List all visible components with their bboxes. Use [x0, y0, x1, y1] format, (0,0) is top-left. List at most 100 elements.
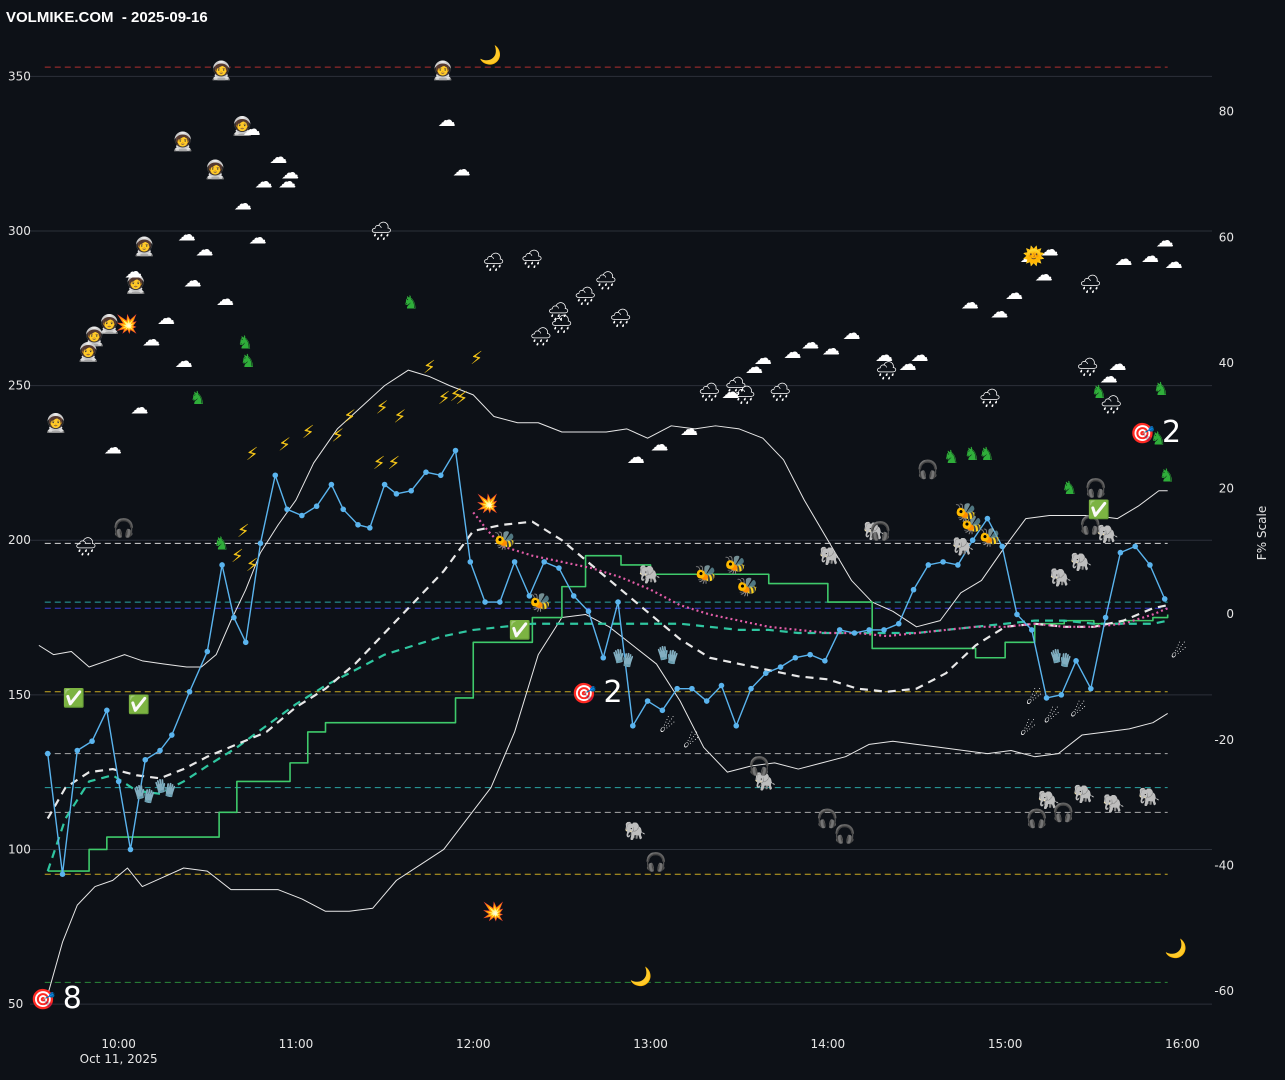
- price-point: [1028, 627, 1035, 633]
- cloud-icon: ☁: [1165, 252, 1183, 273]
- astronaut-icon: 🧑‍🚀: [77, 341, 99, 363]
- cloud-icon: ☁: [184, 271, 202, 292]
- price-point: [600, 654, 607, 661]
- price-point: [272, 472, 279, 479]
- elephant-icon: 🐘: [1103, 793, 1125, 814]
- cloud-icon: ☁: [745, 357, 763, 378]
- comet-icon: ☄: [1020, 719, 1036, 740]
- astronaut-icon: 🧑‍🚀: [210, 59, 232, 81]
- elephant-icon: 🐘: [1070, 552, 1092, 573]
- bolt-icon: ⚡: [470, 348, 483, 369]
- price-point: [807, 651, 813, 658]
- price-point: [367, 525, 373, 531]
- price-point: [1073, 658, 1079, 664]
- rain-icon: 🌧: [574, 286, 597, 307]
- price-point: [340, 506, 347, 513]
- cloud-icon: ☁: [234, 193, 252, 214]
- rain-icon: 🌧: [769, 382, 792, 403]
- astronaut-icon: 🧑‍🚀: [432, 59, 454, 81]
- price-point: [1117, 549, 1124, 556]
- bee-icon: 🐝: [736, 577, 758, 598]
- moon-icon: 🌙: [630, 965, 652, 987]
- price-point: [836, 627, 843, 633]
- price-point: [59, 871, 66, 877]
- price-point: [1132, 543, 1138, 550]
- headphones-icon: 🎧: [834, 823, 856, 845]
- cloud-icon: ☁: [142, 329, 160, 350]
- bolt-icon: ⚡: [376, 397, 389, 418]
- y-right-tick-label: -20: [1214, 733, 1234, 747]
- horse-icon: ♞: [1091, 382, 1107, 403]
- y-left-tick-label: 150: [8, 688, 31, 702]
- price-point: [74, 747, 81, 754]
- hand-icon: 🧤: [612, 648, 634, 669]
- comet-icon: ☄: [683, 731, 699, 752]
- y-left-tick-label: 200: [8, 533, 31, 547]
- y-right-tick-label: 80: [1219, 105, 1234, 119]
- bolt-icon: ⚡: [343, 407, 356, 428]
- price-point: [408, 487, 414, 494]
- cloud-icon: ☁: [243, 119, 261, 140]
- price-point: [1161, 596, 1168, 602]
- comet-icon: ☄: [1171, 642, 1187, 663]
- grid-layer: [30, 75, 1212, 1005]
- horse-icon: ♞: [190, 388, 206, 409]
- cloud-icon: ☁: [961, 292, 979, 313]
- bolt-icon: ⚡: [237, 521, 250, 542]
- price-point: [157, 747, 163, 754]
- rain-icon: 🌧: [74, 537, 97, 558]
- rain-icon: 🌧: [547, 302, 570, 323]
- rain-icon: 🌧: [370, 221, 393, 242]
- headphones-icon: 🎧: [917, 458, 939, 480]
- y-left-tick-label: 100: [8, 842, 31, 856]
- price-point: [792, 654, 799, 661]
- price-point: [242, 639, 249, 646]
- cloud-icon: ☁: [278, 172, 296, 193]
- cloud-icon: ☁: [1005, 283, 1023, 304]
- moon-icon: 🌙: [479, 44, 501, 66]
- price-point: [186, 688, 193, 695]
- comet-icon: ☄: [1070, 700, 1086, 721]
- price-point: [381, 481, 388, 488]
- chart-canvas: 50100150200250300350806040200-20-40-60F%…: [8, 44, 1269, 1066]
- x-tick-label: 10:00: [101, 1037, 136, 1051]
- price-point: [895, 620, 902, 627]
- horse-icon: ♞: [943, 447, 959, 468]
- cloud-icon: ☁: [157, 308, 175, 329]
- price-point: [393, 491, 400, 497]
- decoration-layer: 2🎯2🎯8🎯🧑‍🚀 🧑‍🚀🧑‍🚀🧑‍🚀🧑‍🚀🧑‍🚀🧑‍🚀🧑‍🚀🧑‍🚀🧑‍🚀🧑‍🚀☁…: [31, 44, 1187, 1016]
- series-line-upper_band: [38, 369, 1168, 668]
- price-point: [630, 722, 636, 729]
- price-point: [89, 738, 95, 745]
- astronaut-icon: 🧑‍🚀: [172, 131, 194, 153]
- horse-icon: ♞: [1061, 478, 1077, 499]
- price-point: [44, 750, 51, 757]
- cloud-icon: ☁: [1114, 249, 1132, 270]
- hand-icon: 🧤: [656, 645, 678, 666]
- price-point: [674, 685, 680, 692]
- price-point: [1147, 562, 1153, 568]
- rain-icon: 🌧: [609, 308, 632, 329]
- horse-icon: ♞: [240, 351, 256, 372]
- price-point: [718, 682, 725, 689]
- astronaut-icon: 🧑‍🚀: [45, 412, 67, 434]
- astronaut-icon: 🧑‍🚀: [133, 236, 155, 258]
- price-point: [452, 447, 459, 454]
- bolt-icon: ⚡: [438, 388, 451, 409]
- x-date-label: Oct 11, 2025: [80, 1052, 158, 1066]
- price-point: [703, 698, 710, 704]
- headphones-icon: 🎧: [748, 755, 770, 777]
- hand-icon: 🧤: [1049, 648, 1071, 669]
- horse-icon: ♞: [979, 444, 995, 465]
- price-point: [204, 648, 211, 655]
- horse-icon: ♞: [1159, 465, 1175, 486]
- rain-icon: 🌧: [698, 382, 721, 403]
- price-point: [570, 593, 577, 599]
- horse-icon: ♞: [1150, 428, 1166, 449]
- price-point: [437, 472, 444, 479]
- y-right-axis-label: F% Scale: [1255, 506, 1269, 560]
- cloud-icon: ☁: [125, 261, 143, 282]
- price-point: [1088, 685, 1094, 692]
- x-tick-label: 11:00: [279, 1037, 314, 1051]
- cloud-icon: ☁: [249, 227, 267, 248]
